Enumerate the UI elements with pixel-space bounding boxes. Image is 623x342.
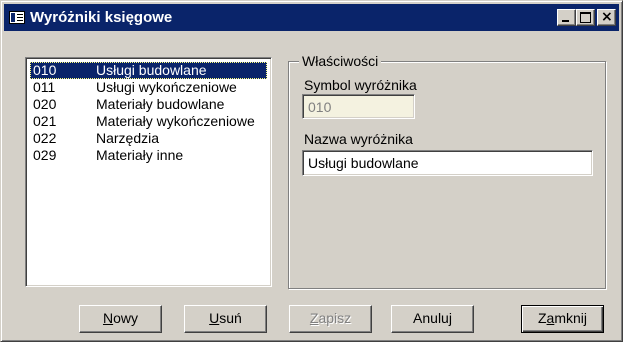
window-icon[interactable]: [9, 11, 25, 24]
name-label: Nazwa wyróżnika: [304, 131, 413, 147]
close-button-label: mknij: [554, 310, 588, 326]
list-item[interactable]: 022 Narzędzia: [30, 130, 267, 147]
save-button[interactable]: Zapisz: [289, 305, 372, 333]
cancel-button[interactable]: Anuluj: [391, 305, 474, 333]
symbol-field: 010: [302, 94, 415, 119]
distinguisher-list[interactable]: 010 Usługi budowlane 011 Usługi wykończe…: [25, 57, 272, 287]
list-item-name: Materiały wykończeniowe: [96, 113, 255, 129]
list-item-code: 029: [33, 147, 57, 163]
list-item[interactable]: 020 Materiały budowlane: [30, 96, 267, 113]
list-item-name: Materiały budowlane: [96, 96, 225, 112]
symbol-label: Symbol wyróżnika: [304, 77, 417, 93]
list-item-code: 011: [33, 79, 56, 95]
list-item[interactable]: 010 Usługi budowlane: [30, 62, 267, 79]
close-button[interactable]: Zamknij: [521, 305, 604, 333]
name-field[interactable]: Usługi budowlane: [302, 150, 593, 176]
list-item-code: 022: [33, 130, 57, 146]
maximize-icon[interactable]: [576, 9, 595, 26]
minimize-icon[interactable]: [557, 9, 576, 26]
list-item-code: 020: [33, 96, 57, 112]
delete-button-mnemonic: U: [209, 310, 220, 326]
list-item-code: 010: [33, 62, 57, 78]
list-item-name: Materiały inne: [96, 147, 184, 163]
window-title: Wyróżniki księgowe: [30, 9, 173, 26]
list-item-name: Usługi budowlane: [96, 62, 207, 78]
delete-button[interactable]: Usuń: [184, 305, 267, 333]
list-item[interactable]: 021 Materiały wykończeniowe: [30, 113, 267, 130]
new-button-label: owy: [113, 310, 139, 326]
dialog-window: Wyróżniki księgowe × 010 Usługi budowlan…: [0, 0, 623, 342]
list-item-code: 021: [33, 113, 57, 129]
list-item-name: Narzędzia: [96, 130, 160, 146]
new-button[interactable]: Nowy: [79, 305, 162, 333]
close-icon[interactable]: ×: [597, 9, 616, 26]
save-button-label: apisz: [318, 310, 352, 326]
new-button-mnemonic: N: [102, 310, 114, 326]
title-bar[interactable]: Wyróżniki księgowe ×: [4, 4, 619, 31]
properties-group-label: Właściwości: [299, 53, 382, 69]
delete-button-label: suń: [219, 310, 242, 326]
list-item[interactable]: 011 Usługi wykończeniowe: [30, 79, 267, 96]
list-item[interactable]: 029 Materiały inne: [30, 147, 267, 164]
list-item-name: Usługi wykończeniowe: [96, 79, 237, 95]
cancel-button-label: Anuluj: [413, 310, 452, 326]
close-button-label-pre: Z: [537, 310, 547, 326]
